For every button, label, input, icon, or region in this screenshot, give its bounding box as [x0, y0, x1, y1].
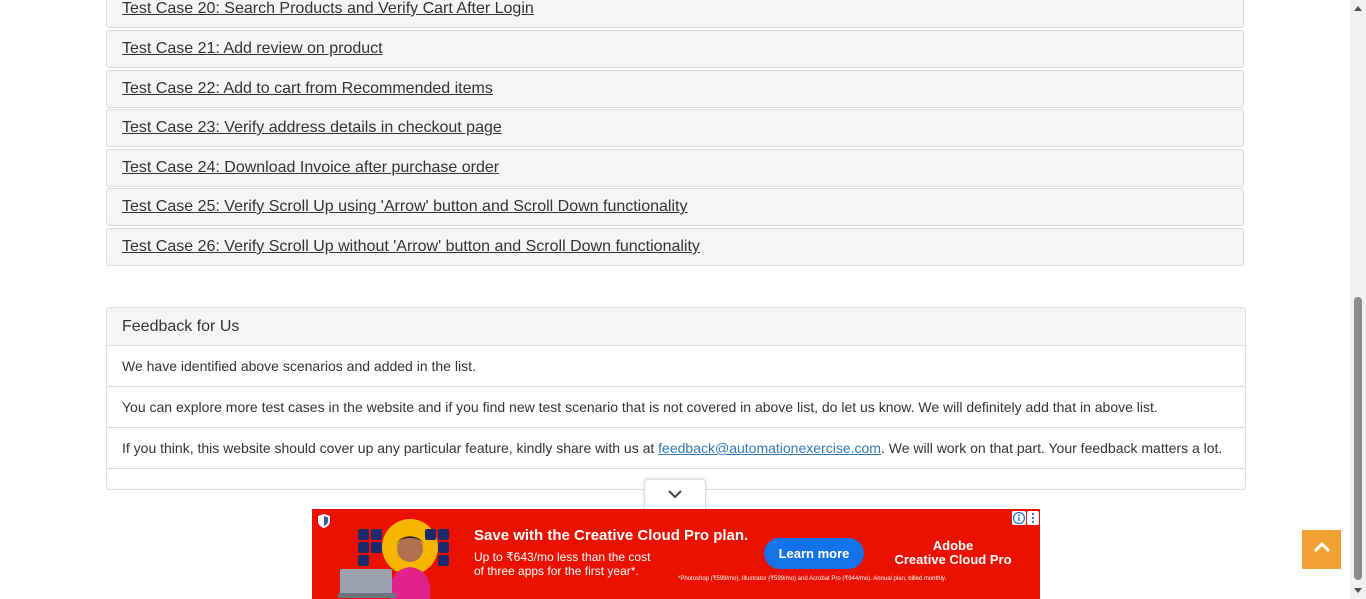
ad-brand: Adobe Creative Cloud Pro [890, 539, 1016, 567]
ad-subtext-1: Up to ₹643/mo less than the cost [474, 550, 651, 564]
page-scrollbar[interactable] [1350, 0, 1366, 599]
chevron-down-icon [667, 486, 683, 504]
test-case-panel: Test Case 20: Search Products and Verify… [106, 0, 1244, 28]
chevron-up-icon [1312, 540, 1332, 559]
feedback-line-1: We have identified above scenarios and a… [107, 346, 1245, 387]
ad-brand-line-1: Adobe [932, 538, 974, 553]
scrollbar-thumb[interactable] [1354, 297, 1362, 580]
test-case-link-22[interactable]: Test Case 22: Add to cart from Recommend… [122, 80, 493, 98]
feedback-line-3: If you think, this website should cover … [107, 428, 1245, 469]
test-case-link-21[interactable]: Test Case 21: Add review on product [122, 40, 383, 58]
ad-headline: Save with the Creative Cloud Pro plan. [474, 527, 749, 544]
test-case-link-25[interactable]: Test Case 25: Verify Scroll Up using 'Ar… [122, 198, 687, 216]
feedback-line-3-start: If you think, this website should cover … [122, 440, 659, 456]
ad-banner[interactable]: Save with the Creative Cloud Pro plan. U… [312, 509, 1040, 599]
feedback-heading: Feedback for Us [107, 308, 1245, 346]
ad-brand-line-2: Creative Cloud Pro [894, 552, 1012, 567]
page-content: Test Case 20: Search Products and Verify… [0, 0, 1350, 599]
feedback-panel: Feedback for Us We have identified above… [106, 307, 1246, 490]
scroll-up-arrow-icon[interactable] [1350, 0, 1366, 16]
ad-hero-illustration [338, 511, 468, 599]
test-case-link-23[interactable]: Test Case 23: Verify address details in … [122, 119, 502, 137]
test-case-panel: Test Case 21: Add review on product [106, 30, 1244, 68]
test-case-panel: Test Case 24: Download Invoice after pur… [106, 149, 1244, 187]
test-case-link-26[interactable]: Test Case 26: Verify Scroll Up without '… [122, 238, 700, 256]
ad-learn-more-button[interactable]: Learn more [764, 538, 864, 569]
ad-fine-print: *Photoshop (₹599/mo), Illustrator (₹599/… [678, 576, 947, 582]
test-case-panel: Test Case 22: Add to cart from Recommend… [106, 70, 1244, 108]
test-case-link-20[interactable]: Test Case 20: Search Products and Verify… [122, 0, 534, 18]
shield-icon [316, 513, 332, 534]
feedback-line-3-end: . We will work on that part. Your feedba… [880, 440, 1223, 456]
feedback-title: Feedback for Us [122, 318, 240, 335]
ad-expand-tab[interactable] [644, 479, 706, 510]
close-icon[interactable] [1027, 511, 1039, 525]
info-icon[interactable] [1012, 511, 1026, 525]
scroll-down-arrow-icon[interactable] [1350, 583, 1366, 599]
scroll-top-button[interactable] [1302, 530, 1341, 569]
feedback-email-link[interactable]: feedback@automationexercise.com [658, 440, 881, 456]
test-case-panel: Test Case 23: Verify address details in … [106, 109, 1244, 147]
test-case-panel: Test Case 25: Verify Scroll Up using 'Ar… [106, 188, 1244, 226]
test-case-panel: Test Case 26: Verify Scroll Up without '… [106, 228, 1244, 266]
test-case-link-24[interactable]: Test Case 24: Download Invoice after pur… [122, 159, 499, 177]
feedback-line-2: You can explore more test cases in the w… [107, 387, 1245, 428]
ad-subtext-2: of three apps for the first year*. [474, 564, 639, 578]
